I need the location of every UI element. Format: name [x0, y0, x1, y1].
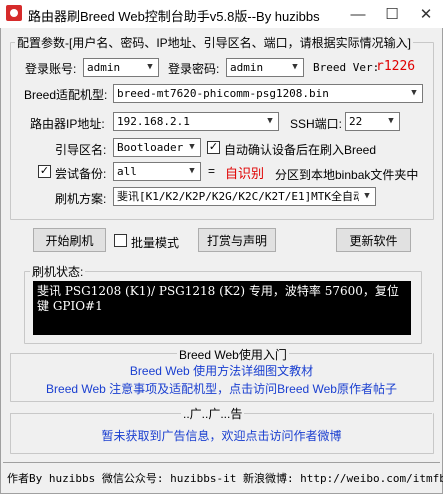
ip-value: 192.168.2.1 [117, 115, 190, 128]
guide-link-tutorial[interactable]: Breed Web 使用方法详细图文教材 [0, 362, 443, 379]
password-combo[interactable]: admin ▼ [226, 58, 304, 77]
status-console: 斐讯 PSG1208 (K1)/ PSG1218 (K2) 专用，波特率 576… [33, 281, 411, 335]
footer-separator [3, 462, 440, 463]
ad-link[interactable]: 暂未获取到广告信息，欢迎点击访问作者微博 [0, 427, 443, 444]
boot-label: 引导区名: [55, 143, 107, 157]
backup-checkbox[interactable]: ✓ [38, 165, 51, 178]
flash-value: 斐讯[K1/K2/K2P/K2G/K2C/K2T/E1]MTK全自动方案 [117, 190, 376, 203]
account-label: 登录账号: [25, 62, 77, 76]
account-combo[interactable]: admin ▼ [83, 58, 159, 77]
chevron-down-icon[interactable]: ▼ [287, 59, 303, 76]
maximize-button[interactable]: ☐ [375, 0, 409, 28]
model-label: Breed适配机型: [24, 88, 108, 102]
backup-value: all [117, 165, 137, 178]
chevron-down-icon[interactable]: ▼ [184, 163, 200, 180]
chevron-down-icon[interactable]: ▼ [142, 59, 158, 76]
backup-eq: = [208, 164, 216, 178]
account-value: admin [87, 61, 121, 74]
backup-label[interactable]: 尝试备份: [55, 165, 106, 182]
ad-legend: ..广..广...告 [181, 405, 245, 422]
model-value: breed-mt7620-phicomm-psg1208.bin [117, 87, 329, 100]
close-button[interactable]: ✕ [409, 0, 443, 28]
chevron-down-icon[interactable]: ▼ [262, 113, 278, 130]
auto-confirm-label[interactable]: 自动确认设备后在刷入Breed [224, 141, 376, 158]
ssh-label: SSH端口: [290, 117, 343, 131]
ip-label: 路由器IP地址: [30, 117, 105, 131]
batch-mode-label[interactable]: 批量模式 [131, 234, 179, 251]
backup-custom-label: 自识别 [225, 166, 265, 181]
auto-confirm-checkbox[interactable]: ✓ [207, 141, 220, 154]
guide-legend: Breed Web使用入门 [177, 346, 289, 363]
batch-mode-checkbox[interactable] [114, 234, 127, 247]
backup-combo[interactable]: all ▼ [113, 162, 201, 181]
start-flash-button[interactable]: 开始刷机 [33, 228, 106, 252]
breed-ver-value: r1226 [376, 59, 416, 74]
boot-value: Bootloader [117, 141, 184, 154]
chevron-down-icon[interactable]: ▼ [383, 113, 399, 130]
flash-combo[interactable]: 斐讯[K1/K2/K2P/K2G/K2C/K2T/E1]MTK全自动方案 ▼ [113, 187, 376, 206]
chevron-down-icon[interactable]: ▼ [184, 139, 200, 156]
ssh-value: 22 [349, 115, 363, 128]
boot-combo[interactable]: Bootloader ▼ [113, 138, 201, 157]
flash-label: 刷机方案: [55, 192, 107, 206]
ip-combo[interactable]: 192.168.2.1 ▼ [113, 112, 279, 131]
reward-button[interactable]: 打赏与声明 [198, 228, 276, 252]
config-legend: 配置参数-[用户名、密码、IP地址、引导区名、端口，请根据实际情况输入] [15, 34, 414, 51]
password-label: 登录密码: [168, 62, 220, 76]
status-legend: 刷机状态: [30, 263, 86, 280]
chevron-down-icon[interactable]: ▼ [359, 188, 375, 205]
backup-note: 分区到本地binbak文件夹中 [275, 168, 419, 182]
ssh-combo[interactable]: 22 ▼ [345, 112, 400, 131]
chevron-down-icon[interactable]: ▼ [406, 85, 422, 102]
breed-ver-label: Breed Ver: [313, 61, 380, 74]
title-bar: 路由器刷Breed Web控制台助手v5.8版--By huzibbs — ☐ … [0, 0, 443, 28]
model-combo[interactable]: breed-mt7620-phicomm-psg1208.bin ▼ [113, 84, 423, 103]
window-title: 路由器刷Breed Web控制台助手v5.8版--By huzibbs [28, 9, 320, 24]
update-button[interactable]: 更新软件 [336, 228, 411, 252]
guide-link-forum[interactable]: Breed Web 注意事项及适配机型，点击访问Breed Web原作者帖子 [0, 380, 443, 397]
app-icon [6, 5, 22, 21]
password-value: admin [230, 61, 264, 74]
footer-text: 作者By huzibbs 微信公众号: huzibbs-it 新浪微博: htt… [7, 472, 443, 485]
minimize-button[interactable]: — [341, 0, 375, 28]
